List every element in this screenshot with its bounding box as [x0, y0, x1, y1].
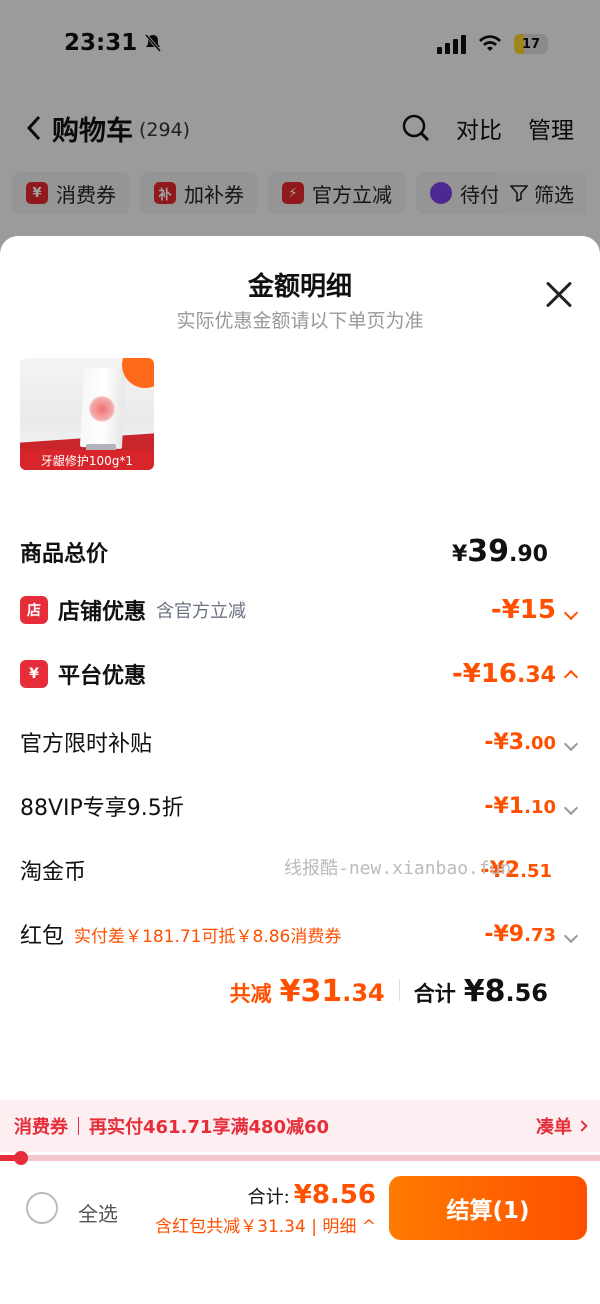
total-price-label: 商品总价	[20, 541, 109, 567]
chevron-down-icon	[563, 736, 579, 751]
row-red-packet[interactable]: 红包 实付差￥181.71可抵￥8.86消费券 -¥9 .73	[20, 918, 579, 950]
shop-icon: 店	[20, 596, 48, 624]
modal-overlay[interactable]	[0, 0, 600, 260]
total-price-value: ¥ 39 .90	[451, 534, 548, 569]
sum-block: 合计: ¥8.56 含红包共减￥31.34 | 明细 ^	[155, 1180, 376, 1237]
totals-summary: 共减 ¥31.34 合计 ¥8.56	[230, 974, 548, 1009]
row-shop-discount[interactable]: 店 店铺优惠 含官方立减 -¥15	[20, 594, 579, 626]
row-official-subsidy[interactable]: 官方限时补贴 -¥3 .00	[20, 726, 579, 758]
row-vip-discount[interactable]: 88VIP专享9.5折 -¥1 .10	[20, 790, 579, 822]
platform-discount-label: 平台优惠	[58, 664, 147, 689]
coupon-tag: 消费券	[14, 1117, 68, 1138]
checkout-bar: 全选 合计: ¥8.56 含红包共减￥31.34 | 明细 ^ 结算(1)	[0, 1166, 600, 1304]
total-amount: ¥8.56	[463, 974, 548, 1009]
sum-label: 合计:	[247, 1187, 290, 1208]
watermark-text: 线报酷-new.xianbao.fun	[284, 858, 512, 879]
product-label: 牙龈修护100g*1	[20, 450, 154, 470]
coupon-message: 再实付461.71享满480减60	[89, 1117, 330, 1138]
shop-discount-value: -¥15	[491, 595, 579, 625]
chevron-down-icon	[563, 605, 579, 621]
select-all-label[interactable]: 全选	[78, 1198, 118, 1227]
saved-label: 共减	[229, 982, 272, 1006]
coins-label: 淘金币	[20, 860, 87, 885]
coupon-promo-bar: 消费券 再实付461.71享满480减60 凑单	[0, 1100, 600, 1152]
chevron-up-icon	[563, 669, 579, 685]
row-platform-discount[interactable]: ¥ 平台优惠 -¥16 .34	[20, 658, 579, 690]
red-packet-label: 红包	[20, 924, 65, 949]
shop-discount-label: 店铺优惠	[58, 600, 147, 625]
sheet-subtitle: 实际优惠金额请以下单页为准	[176, 310, 424, 332]
sum-value: ¥8.56	[293, 1180, 376, 1210]
shop-discount-note: 含官方立减	[156, 601, 247, 622]
price-detail-sheet: 金额明细 实际优惠金额请以下单页为准 牙龈修护100g*1 商品总价 ¥ 39 …	[0, 236, 600, 1304]
saved-amount: ¥31.34	[279, 974, 385, 1009]
detail-toggle[interactable]: 含红包共减￥31.34 | 明细 ^	[155, 1212, 376, 1237]
chevron-down-icon	[563, 928, 579, 943]
checkout-button[interactable]: 结算(1)	[389, 1176, 587, 1240]
platform-discount-value: -¥16 .34	[452, 659, 579, 689]
row-total-price: 商品总价 ¥ 39 .90	[20, 534, 576, 569]
vip-label: 88VIP专享9.5折	[20, 796, 184, 821]
sheet-title: 金额明细	[247, 272, 352, 302]
selected-check-icon	[122, 358, 154, 388]
coupon-progress-bar	[0, 1151, 600, 1165]
vip-value: -¥1 .10	[484, 794, 579, 819]
red-packet-note: 实付差￥181.71可抵￥8.86消费券	[74, 926, 342, 947]
subsidy-value: -¥3 .00	[484, 730, 579, 755]
chevron-right-icon	[576, 1120, 588, 1132]
add-items-link[interactable]: 凑单	[536, 1113, 588, 1139]
total-label: 合计	[413, 982, 456, 1006]
progress-dot	[14, 1151, 28, 1165]
subsidy-label: 官方限时补贴	[20, 732, 153, 757]
close-icon[interactable]	[544, 280, 574, 310]
chevron-down-icon	[563, 800, 579, 815]
red-packet-value: -¥9 .73	[484, 922, 579, 947]
chevron-up-icon: ^	[361, 1217, 376, 1237]
select-all-radio[interactable]	[26, 1192, 58, 1224]
platform-coupon-icon: ¥	[20, 660, 48, 688]
product-thumbnail[interactable]: 牙龈修护100g*1	[20, 358, 154, 470]
